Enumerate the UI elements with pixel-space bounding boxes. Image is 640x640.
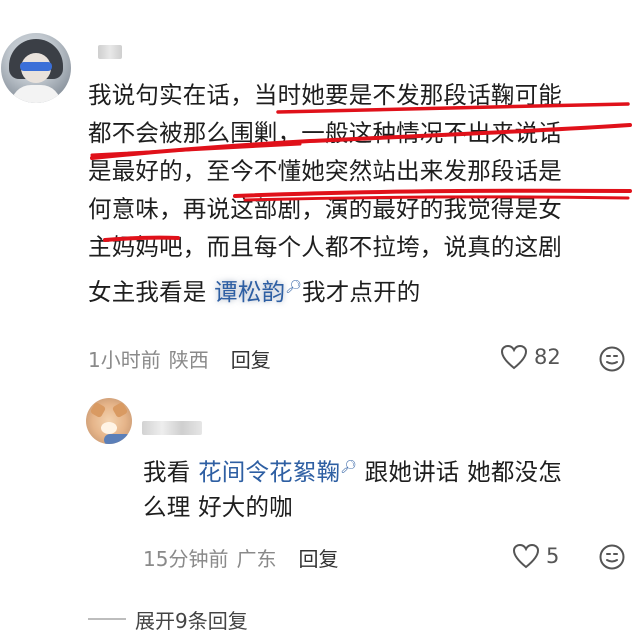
reply-meta: 15分钟前 广东 回复 (143, 543, 338, 572)
avatar-ear (111, 401, 129, 419)
comment-time: 1小时前 (88, 348, 161, 372)
reply-time: 15分钟前 (143, 547, 229, 571)
reply-button[interactable]: 回复 (298, 547, 338, 571)
avatar-muzzle (101, 422, 117, 434)
reply-like-button[interactable]: 5 (512, 543, 559, 569)
reply-text-segment: 跟她讲话 她都没怎 (357, 457, 562, 486)
comment-emoji-button[interactable] (598, 345, 626, 377)
reply-line-2: 么理 好大的咖 (143, 488, 293, 527)
reply-line-1: 我看 花间令花絮鞠🔎︎ 跟她讲话 她都没怎 (143, 448, 562, 492)
mention-link[interactable]: 花间令花絮鞠🔎︎ (198, 458, 357, 486)
like-count: 82 (534, 345, 561, 369)
highlighted-text: 当时她要是不发那段话鞠可能 (253, 81, 563, 109)
expand-divider (88, 618, 126, 620)
avatar-body (11, 85, 61, 103)
expand-replies-label: 展开9条回复 (135, 609, 248, 633)
comment-line-6: 女主我看是 谭松韵🔎︎我才点开的 (88, 268, 421, 312)
heart-icon (512, 543, 540, 569)
comment-text-segment: 是最好的， (88, 157, 207, 185)
reply-username-blurred[interactable] (142, 421, 202, 435)
reply-region: 广东 (236, 547, 277, 571)
avatar-ear (89, 401, 107, 419)
search-mention-icon: 🔎︎ (285, 280, 302, 295)
highlighted-text: 至今不懂她突然站出来发那段话是 (206, 157, 562, 185)
comment-text-segment: 我才点开的 (302, 277, 421, 306)
reply-text-segment: 我看 (143, 457, 199, 486)
comment-meta: 1小时前 陕西 回复 (88, 344, 271, 373)
like-button[interactable]: 82 (500, 344, 561, 370)
heart-icon (500, 344, 528, 370)
expand-replies-button[interactable]: 展开9条回复 (135, 605, 248, 634)
comment-region: 陕西 (168, 348, 209, 372)
highlighted-text: 都不会被那么围剿 (88, 119, 278, 147)
reply-body: 我看 花间令花絮鞠🔎︎ 跟她讲话 她都没怎 么理 好大的咖 (143, 448, 638, 528)
comment-emoji-icon (599, 544, 625, 570)
comment-text-segment: ，再说这部剧，演的最好的我觉得是女 (159, 195, 563, 223)
avatar[interactable] (1, 33, 71, 103)
comment-line-1: 我说句实在话，当时她要是不发那段话鞠可能 (88, 76, 562, 115)
search-mention-icon: 🔎︎ (340, 460, 357, 475)
avatar-glasses (20, 62, 52, 71)
mention-link[interactable]: 谭松韵🔎︎ (214, 278, 302, 306)
reply-like-count: 5 (546, 544, 560, 568)
comment-text-segment: 主妈妈吧，而且每个人都不拉垮，说真的这剧 (88, 233, 562, 261)
comment-line-2: 都不会被那么围剿，一般这种情况不出来说话 (88, 114, 562, 153)
comment-body: 我说句实在话，当时她要是不发那段话鞠可能 都不会被那么围剿，一般这种情况不出来说… (88, 76, 638, 326)
comment-text-segment: 女主我看是 (88, 277, 215, 306)
comment-line-4: 何意味，再说这部剧，演的最好的我觉得是女 (88, 190, 562, 229)
reply-avatar[interactable] (86, 398, 132, 444)
reply-emoji-button[interactable] (598, 543, 626, 575)
avatar-sleeve (104, 434, 132, 444)
comment-text-segment: 我说句实在话， (88, 81, 254, 109)
highlighted-text: 何意味 (88, 195, 160, 223)
comment-line-3: 是最好的，至今不懂她突然站出来发那段话是 (88, 152, 562, 191)
comment-emoji-icon (599, 346, 625, 372)
comment-text-segment: ，一般这种情况不出来说话 (277, 119, 563, 147)
comment-line-5: 主妈妈吧，而且每个人都不拉垮，说真的这剧 (88, 228, 562, 267)
reply-button[interactable]: 回复 (231, 348, 271, 372)
username-blurred[interactable] (98, 45, 122, 59)
reply-text-segment: 么理 好大的咖 (143, 493, 293, 521)
